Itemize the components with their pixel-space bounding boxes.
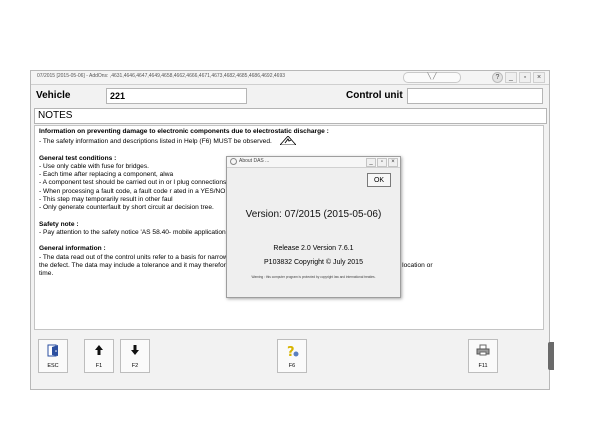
exit-icon [39,344,67,358]
dialog-maximize-button[interactable]: ▫ [377,158,387,167]
vehicle-field[interactable]: 221 [106,88,247,104]
das-main-window: 07/2015 [2015-05-06] - AddOns: ,4631,464… [30,70,550,390]
f1-button[interactable]: F1 [84,339,114,373]
window-title: 07/2015 [2015-05-06] - AddOns: ,4631,464… [37,73,286,79]
f11-print-button[interactable]: F11 [468,339,498,373]
control-unit-label: Control unit [346,90,403,101]
esc-label: ESC [47,363,59,369]
help-circle-icon[interactable]: ? [492,72,503,83]
release-text: Release 2.0 Version 7.6.1 [273,245,354,252]
side-scroll-handle[interactable] [548,342,554,370]
about-das-dialog: About DAS ... _ ▫ × OK Version: 07/2015 … [226,156,401,298]
vehicle-row: Vehicle 221 Control unit [34,87,544,105]
copyright-text: P103832 Copyright © July 2015 [264,259,363,266]
dialog-minimize-button[interactable]: _ [366,158,376,167]
copyright-warning: Warning : this computer program is prote… [251,275,376,279]
f6-help-button[interactable]: ? F6 [277,339,307,373]
esc-button[interactable]: ESC [38,339,68,373]
vehicle-label: Vehicle [36,90,71,101]
dialog-window-controls: _ ▫ × [366,158,398,167]
control-unit-field[interactable] [407,88,543,104]
close-button[interactable]: × [533,72,545,83]
section-line: - The safety information and description… [39,136,539,146]
esd-warning-icon [279,136,296,146]
arrow-down-icon [121,344,149,358]
dialog-title-bar: About DAS ... _ ▫ × [227,157,400,168]
f11-label: F11 [478,363,488,369]
printer-icon [469,344,497,358]
arrow-up-icon [85,344,113,358]
f6-label: F6 [288,363,296,369]
title-center-box: ╲ ╱ [403,72,461,83]
f1-label: F1 [95,363,103,369]
maximize-button[interactable]: ▫ [519,72,531,83]
version-text: Version: 07/2015 (2015-05-06) [245,209,382,220]
ok-button[interactable]: OK [367,173,391,187]
window-controls: ? _ ▫ × [492,72,545,83]
dialog-close-button[interactable]: × [388,158,398,167]
section-title: Information on preventing damage to elec… [39,128,329,135]
f2-label: F2 [131,363,139,369]
title-bar: 07/2015 [2015-05-06] - AddOns: ,4631,464… [31,71,549,85]
svg-text:?: ? [287,345,295,358]
f2-button[interactable]: F2 [120,339,150,373]
help-icon: ? [278,344,306,360]
bottom-toolbar: ESC F1 F2 ? F6 F11 [34,333,544,383]
dialog-title: About DAS ... [239,158,270,164]
das-logo-icon [230,158,237,165]
minimize-button[interactable]: _ [505,72,517,83]
notes-header: NOTES [34,108,547,124]
